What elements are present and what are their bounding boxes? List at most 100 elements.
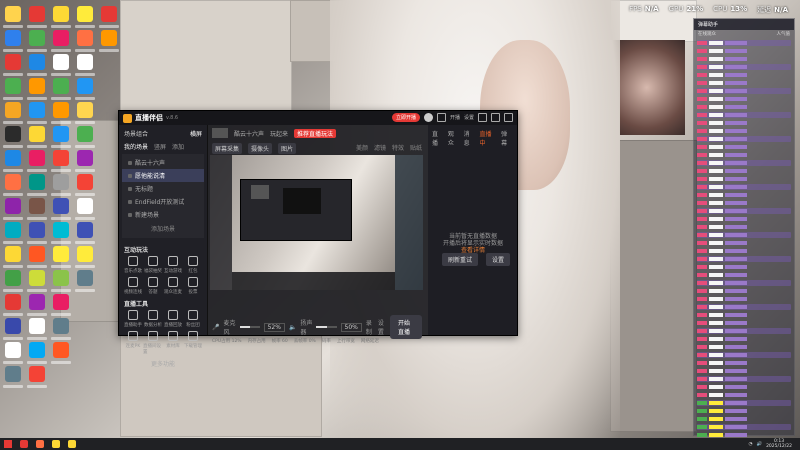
scene-mode[interactable]: 横屏: [190, 129, 202, 138]
desktop-app-icon[interactable]: [27, 30, 47, 52]
tab-vertical[interactable]: 竖屏: [154, 142, 166, 151]
desktop-app-icon[interactable]: [3, 294, 23, 316]
desktop-app-icon[interactable]: [75, 174, 95, 196]
desktop-app-icon[interactable]: [51, 246, 71, 268]
desktop-app-icon[interactable]: [75, 270, 95, 292]
volume-icon[interactable]: 🔊: [756, 442, 762, 447]
tab-my-scenes[interactable]: 我的场景: [124, 142, 148, 151]
source-camera-button[interactable]: 摄像头: [248, 143, 273, 154]
desktop-app-icon[interactable]: [3, 342, 23, 364]
desktop-app-icon[interactable]: [3, 270, 23, 292]
desktop-app-icon[interactable]: [75, 150, 95, 172]
desktop-app-icon[interactable]: [27, 150, 47, 172]
desktop-app-icon[interactable]: [27, 6, 47, 28]
tool-button[interactable]: 答题: [143, 277, 163, 295]
tool-button[interactable]: 直播回放: [163, 310, 183, 328]
tool-button[interactable]: 直播助手: [123, 310, 143, 328]
network-icon[interactable]: ◔: [749, 442, 753, 447]
promo-pill[interactable]: 立即开播: [391, 113, 420, 122]
desktop-app-icon[interactable]: [3, 222, 23, 244]
tool-button[interactable]: 投票: [183, 277, 203, 295]
desktop-app-icon[interactable]: [27, 126, 47, 148]
tab-center-1[interactable]: 玩起来: [270, 129, 288, 138]
speaker-icon[interactable]: 🔈: [289, 324, 296, 331]
desktop-app-icon[interactable]: [27, 102, 47, 124]
beauty-button[interactable]: 美颜: [356, 143, 368, 154]
desktop-app-icon[interactable]: [27, 294, 47, 316]
desktop-app-icon[interactable]: [75, 126, 95, 148]
desktop-app-icon[interactable]: [75, 78, 95, 100]
desktop-app-icon[interactable]: [51, 30, 71, 52]
settings-link[interactable]: 设置: [464, 114, 474, 121]
chat-header[interactable]: 弹幕助手: [694, 19, 794, 30]
scene-item[interactable]: 愿他能说清: [122, 169, 204, 182]
desktop-app-icon[interactable]: [3, 198, 23, 220]
desktop-app-icon[interactable]: [27, 198, 47, 220]
desktop-app-icon[interactable]: [51, 126, 71, 148]
recommend-badge[interactable]: 推荐直播玩法: [294, 128, 337, 138]
taskbar-app-icon[interactable]: [68, 440, 76, 448]
desktop-app-icon[interactable]: [51, 198, 71, 220]
desktop-app-icon[interactable]: [27, 246, 47, 268]
tab-add[interactable]: 添加: [172, 142, 184, 151]
scene-item[interactable]: 酷云十六声: [122, 156, 204, 169]
tool-button[interactable]: 素材库: [163, 331, 183, 355]
more-tools-button[interactable]: 更多功能: [119, 359, 207, 368]
scene-item[interactable]: 无标题: [122, 182, 204, 195]
tool-button[interactable]: 红包: [183, 256, 203, 274]
desktop-app-icon[interactable]: [51, 174, 71, 196]
tab-messages[interactable]: 消息: [464, 129, 476, 147]
source-screen-button[interactable]: 屏幕采集: [212, 143, 243, 154]
refresh-button[interactable]: 刷新重试: [442, 253, 479, 266]
panel-settings-button[interactable]: 设置: [486, 253, 511, 266]
live-badge[interactable]: 开播: [450, 114, 460, 121]
tool-button[interactable]: 连麦PK: [123, 331, 143, 355]
go-live-button[interactable]: 开始直播: [389, 315, 422, 339]
desktop-app-icon[interactable]: [3, 126, 23, 148]
desktop-app-icon[interactable]: [51, 270, 71, 292]
desktop-app-icon[interactable]: [75, 6, 95, 28]
stream-preview[interactable]: [210, 155, 423, 290]
mic-slider[interactable]: [239, 326, 260, 328]
tool-button[interactable]: 福袋抽奖: [143, 256, 163, 274]
desktop-app-icon[interactable]: [3, 54, 23, 76]
desktop-app-icon[interactable]: [75, 246, 95, 268]
maximize-icon[interactable]: [491, 113, 500, 122]
tool-button[interactable]: 下载管理: [183, 331, 203, 355]
minimize-icon[interactable]: [478, 113, 487, 122]
tab-danmaku[interactable]: 弹幕: [501, 129, 513, 147]
desktop-app-icon[interactable]: [75, 102, 95, 124]
start-icon[interactable]: [4, 440, 12, 448]
desktop-app-icon[interactable]: [27, 270, 47, 292]
desktop-app-icon[interactable]: [51, 318, 71, 340]
source-image-button[interactable]: 图片: [278, 143, 297, 154]
desktop-app-icon[interactable]: [27, 222, 47, 244]
desktop-app-icon[interactable]: [3, 6, 23, 28]
speaker-slider[interactable]: [316, 326, 337, 328]
desktop-app-icon[interactable]: [75, 198, 95, 220]
window-titlebar[interactable]: 直播伴侣 v.8.6 立即开播 开播 设置: [119, 111, 517, 125]
desktop-app-icon[interactable]: [27, 342, 47, 364]
scene-item[interactable]: 新建场景: [122, 208, 204, 221]
desktop-app-icon[interactable]: [51, 150, 71, 172]
camera-thumbnail[interactable]: [212, 128, 228, 138]
desktop-app-icon[interactable]: [3, 102, 23, 124]
tool-button[interactable]: 观众连麦: [163, 277, 183, 295]
message-icon[interactable]: [436, 113, 446, 122]
desktop-app-icon[interactable]: [99, 6, 119, 28]
desktop-app-icon[interactable]: [51, 54, 71, 76]
settings-button[interactable]: 设置: [378, 318, 386, 336]
mic-icon[interactable]: 🎤: [212, 324, 219, 331]
filter-button[interactable]: 滤镜: [374, 143, 386, 154]
avatar[interactable]: [423, 113, 433, 122]
desktop-app-icon[interactable]: [51, 294, 71, 316]
taskbar-app-icon[interactable]: [20, 440, 28, 448]
desktop-app-icon[interactable]: [51, 102, 71, 124]
desktop-app-icon[interactable]: [3, 366, 23, 388]
desktop-app-icon[interactable]: [99, 30, 119, 52]
tool-button[interactable]: 互动游戏: [163, 256, 183, 274]
add-scene-button[interactable]: 添加场景: [122, 221, 204, 236]
tab-center-0[interactable]: 酷云十六声: [234, 129, 264, 138]
desktop-app-icon[interactable]: [27, 54, 47, 76]
desktop-app-icon[interactable]: [3, 318, 23, 340]
